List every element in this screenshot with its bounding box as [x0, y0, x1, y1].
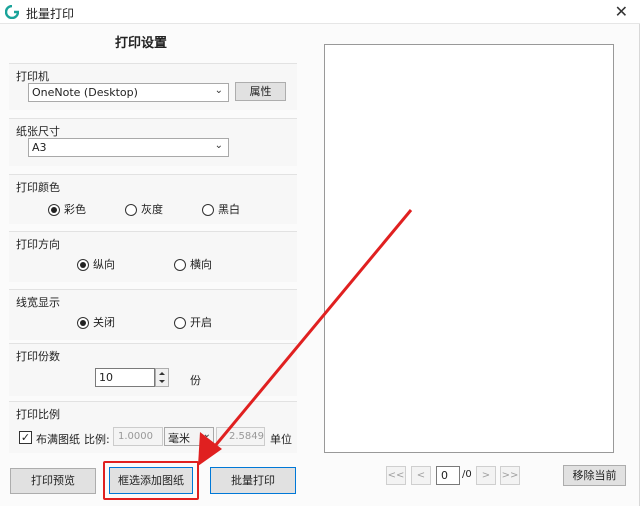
fit-paper-label: 布满图纸 [36, 433, 80, 446]
color-group: 打印颜色 彩色 灰度 黑白 [9, 174, 297, 224]
color-option-label: 彩色 [64, 203, 86, 216]
color-option-label: 灰度 [141, 203, 163, 216]
paper-size-select-value: A3 [32, 141, 47, 154]
page-number-input[interactable]: 0 [436, 466, 460, 485]
scale-second-input[interactable]: 2.5849 [216, 427, 265, 446]
next-page-button[interactable]: > [476, 466, 496, 485]
radio-empty-icon [174, 317, 186, 329]
last-page-button[interactable]: >> [500, 466, 520, 485]
copies-label: 打印份数 [16, 350, 60, 363]
printer-label: 打印机 [16, 70, 49, 83]
color-option-label: 黑白 [218, 203, 240, 216]
radio-empty-icon [202, 204, 214, 216]
app-logo-icon [5, 5, 19, 19]
line-width-option-on[interactable]: 开启 [174, 316, 212, 330]
line-width-option-label: 关闭 [93, 316, 115, 329]
printer-group: 打印机 OneNote (Desktop) ⌄ 属性 [9, 63, 297, 110]
paper-size-select[interactable]: A3 ⌄ [28, 138, 229, 157]
properties-button[interactable]: 属性 [235, 82, 286, 101]
chevron-down-icon: ⌄ [214, 85, 223, 96]
batch-print-window: 批量打印 ✕ 打印设置 打印机 OneNote (Desktop) ⌄ 属性 纸… [0, 0, 640, 506]
line-width-option-label: 开启 [190, 316, 212, 329]
paper-size-group: 纸张尺寸 A3 ⌄ [9, 118, 297, 166]
orientation-option-portrait[interactable]: 纵向 [77, 258, 115, 272]
color-option-color[interactable]: 彩色 [48, 203, 86, 217]
add-by-selection-button[interactable]: 框选添加图纸 [109, 467, 193, 494]
radio-selected-icon [77, 259, 89, 271]
copies-stepper[interactable] [155, 368, 169, 387]
fit-paper-checkbox[interactable]: ✓ [19, 431, 32, 444]
ratio-input[interactable]: 1.0000 [113, 427, 163, 446]
radio-empty-icon [174, 259, 186, 271]
copies-unit: 份 [190, 374, 201, 387]
close-icon[interactable]: ✕ [615, 2, 628, 21]
unit-select-value: 毫米 [168, 432, 190, 445]
orientation-option-landscape[interactable]: 横向 [174, 258, 212, 272]
copies-input[interactable]: 10 [95, 368, 155, 387]
color-option-bw[interactable]: 黑白 [202, 203, 240, 217]
line-width-option-off[interactable]: 关闭 [77, 316, 115, 330]
title-bar: 批量打印 ✕ [0, 0, 640, 24]
ratio-label: 比例: [84, 433, 110, 446]
batch-print-button[interactable]: 批量打印 [210, 467, 296, 494]
unit-label: 单位 [270, 433, 292, 446]
color-option-gray[interactable]: 灰度 [125, 203, 163, 217]
orientation-option-label: 纵向 [93, 258, 115, 271]
stepper-arrows-icon [159, 372, 165, 383]
prev-page-button[interactable]: < [411, 466, 431, 485]
line-width-label: 线宽显示 [16, 296, 60, 309]
radio-selected-icon [77, 317, 89, 329]
remove-current-button[interactable]: 移除当前 [563, 465, 626, 486]
orientation-group: 打印方向 纵向 横向 [9, 231, 297, 282]
unit-select[interactable]: 毫米 ⌄ [164, 427, 214, 446]
page-total: /0 [462, 469, 472, 480]
chevron-down-icon: ⌄ [214, 140, 223, 151]
scale-label: 打印比例 [16, 408, 60, 421]
radio-selected-icon [48, 204, 60, 216]
window-title: 批量打印 [26, 7, 75, 21]
settings-title: 打印设置 [115, 36, 168, 51]
printer-select-value: OneNote (Desktop) [32, 86, 138, 99]
radio-empty-icon [125, 204, 137, 216]
printer-select[interactable]: OneNote (Desktop) ⌄ [28, 83, 229, 102]
orientation-option-label: 横向 [190, 258, 212, 271]
print-preview-area [324, 44, 614, 453]
line-width-group: 线宽显示 关闭 开启 [9, 289, 297, 340]
paper-size-label: 纸张尺寸 [16, 125, 60, 138]
copies-group: 打印份数 10 份 [9, 343, 297, 396]
first-page-button[interactable]: << [386, 466, 406, 485]
scale-group: 打印比例 ✓ 布满图纸 比例: 1.0000 毫米 ⌄ 2.5849 单位 [9, 401, 297, 453]
print-preview-button[interactable]: 打印预览 [10, 468, 96, 494]
chevron-down-icon: ⌄ [202, 429, 211, 440]
orientation-label: 打印方向 [16, 238, 60, 251]
color-label: 打印颜色 [16, 181, 60, 194]
